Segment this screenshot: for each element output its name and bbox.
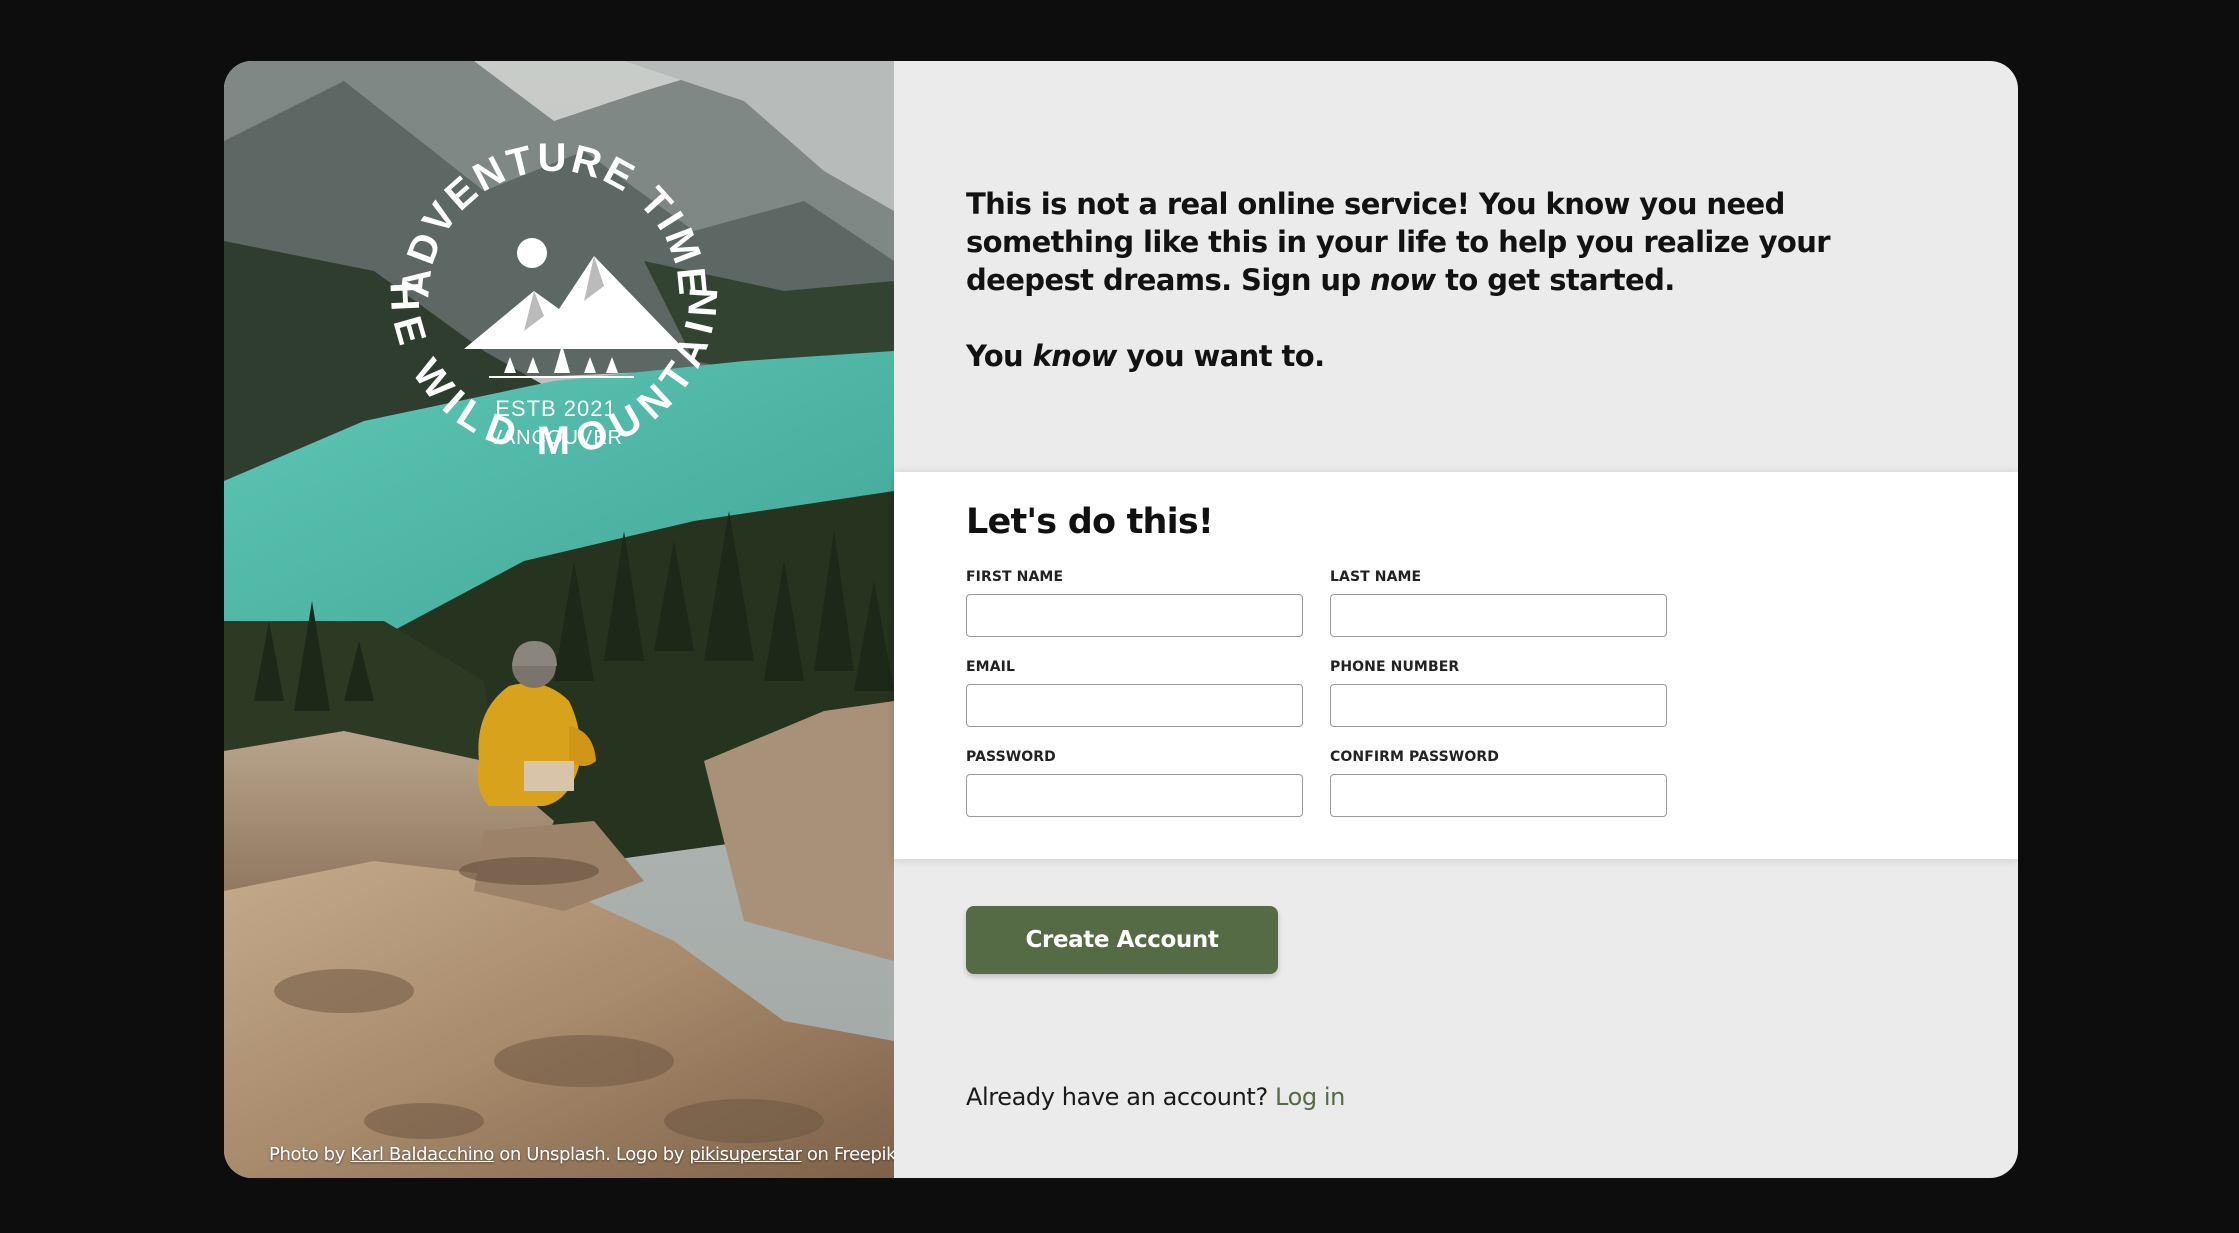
phone-input[interactable] bbox=[1330, 684, 1667, 727]
phone-group: Phone Number bbox=[1330, 658, 1667, 727]
signup-card: ADVENTURE TIME THE WILD MOUNTAINS ESTB 2… bbox=[224, 61, 2018, 1178]
last-name-group: Last Name bbox=[1330, 568, 1667, 637]
email-input[interactable] bbox=[966, 684, 1303, 727]
first-name-label: First Name bbox=[966, 569, 1064, 585]
email-group: Email bbox=[966, 658, 1303, 727]
signup-content: This is not a real online service! You k… bbox=[894, 61, 2018, 1178]
confirm-password-label: Confirm Password bbox=[1330, 749, 1499, 765]
credit-middle: on Unsplash. Logo by bbox=[493, 1144, 690, 1165]
signup-form: Let's do this! First Name Last Name Emai… bbox=[894, 472, 2018, 859]
logo-author-link[interactable]: pikisuperstar bbox=[689, 1144, 802, 1165]
login-prompt-text: Already have an account? bbox=[966, 1083, 1276, 1111]
password-group: Password bbox=[966, 748, 1303, 817]
create-account-button[interactable]: Create Account bbox=[966, 906, 1278, 974]
last-name-label: Last Name bbox=[1330, 569, 1422, 585]
last-name-input[interactable] bbox=[1330, 594, 1667, 637]
form-title: Let's do this! bbox=[966, 502, 1214, 542]
confirm-password-input[interactable] bbox=[1330, 774, 1667, 817]
login-link[interactable]: Log in bbox=[1275, 1083, 1345, 1111]
credit-prefix: Photo by bbox=[269, 1144, 351, 1165]
logo-vancouver: VANCOUVER bbox=[489, 427, 623, 449]
logo-estb: ESTB 2021 bbox=[495, 396, 617, 421]
intro-paragraph-2: You know you want to. bbox=[966, 339, 1325, 373]
login-prompt: Already have an account? Log in bbox=[966, 1083, 1345, 1111]
password-input[interactable] bbox=[966, 774, 1303, 817]
phone-label: Phone Number bbox=[1330, 659, 1460, 675]
photographer-link[interactable]: Karl Baldacchino bbox=[350, 1144, 494, 1165]
confirm-password-group: Confirm Password bbox=[1330, 748, 1667, 817]
intro-text: This is not a real online service! You k… bbox=[966, 185, 1866, 375]
logo-arc-top: ADVENTURE TIME bbox=[393, 136, 711, 300]
photo-credit: Photo by Karl Baldacchino on Unsplash. L… bbox=[269, 1144, 894, 1165]
password-label: Password bbox=[966, 749, 1056, 765]
first-name-input[interactable] bbox=[966, 594, 1303, 637]
credit-suffix: on Freepik. bbox=[801, 1144, 894, 1165]
svg-text:ADVENTURE TIME: ADVENTURE TIME bbox=[393, 136, 714, 300]
email-label: Email bbox=[966, 659, 1015, 675]
hero-photo: ADVENTURE TIME THE WILD MOUNTAINS ESTB 2… bbox=[224, 61, 894, 1178]
first-name-group: First Name bbox=[966, 568, 1303, 637]
intro-paragraph-1: This is not a real online service! You k… bbox=[966, 187, 1831, 297]
adventure-time-logo: ADVENTURE TIME THE WILD MOUNTAINS ESTB 2… bbox=[384, 111, 724, 463]
